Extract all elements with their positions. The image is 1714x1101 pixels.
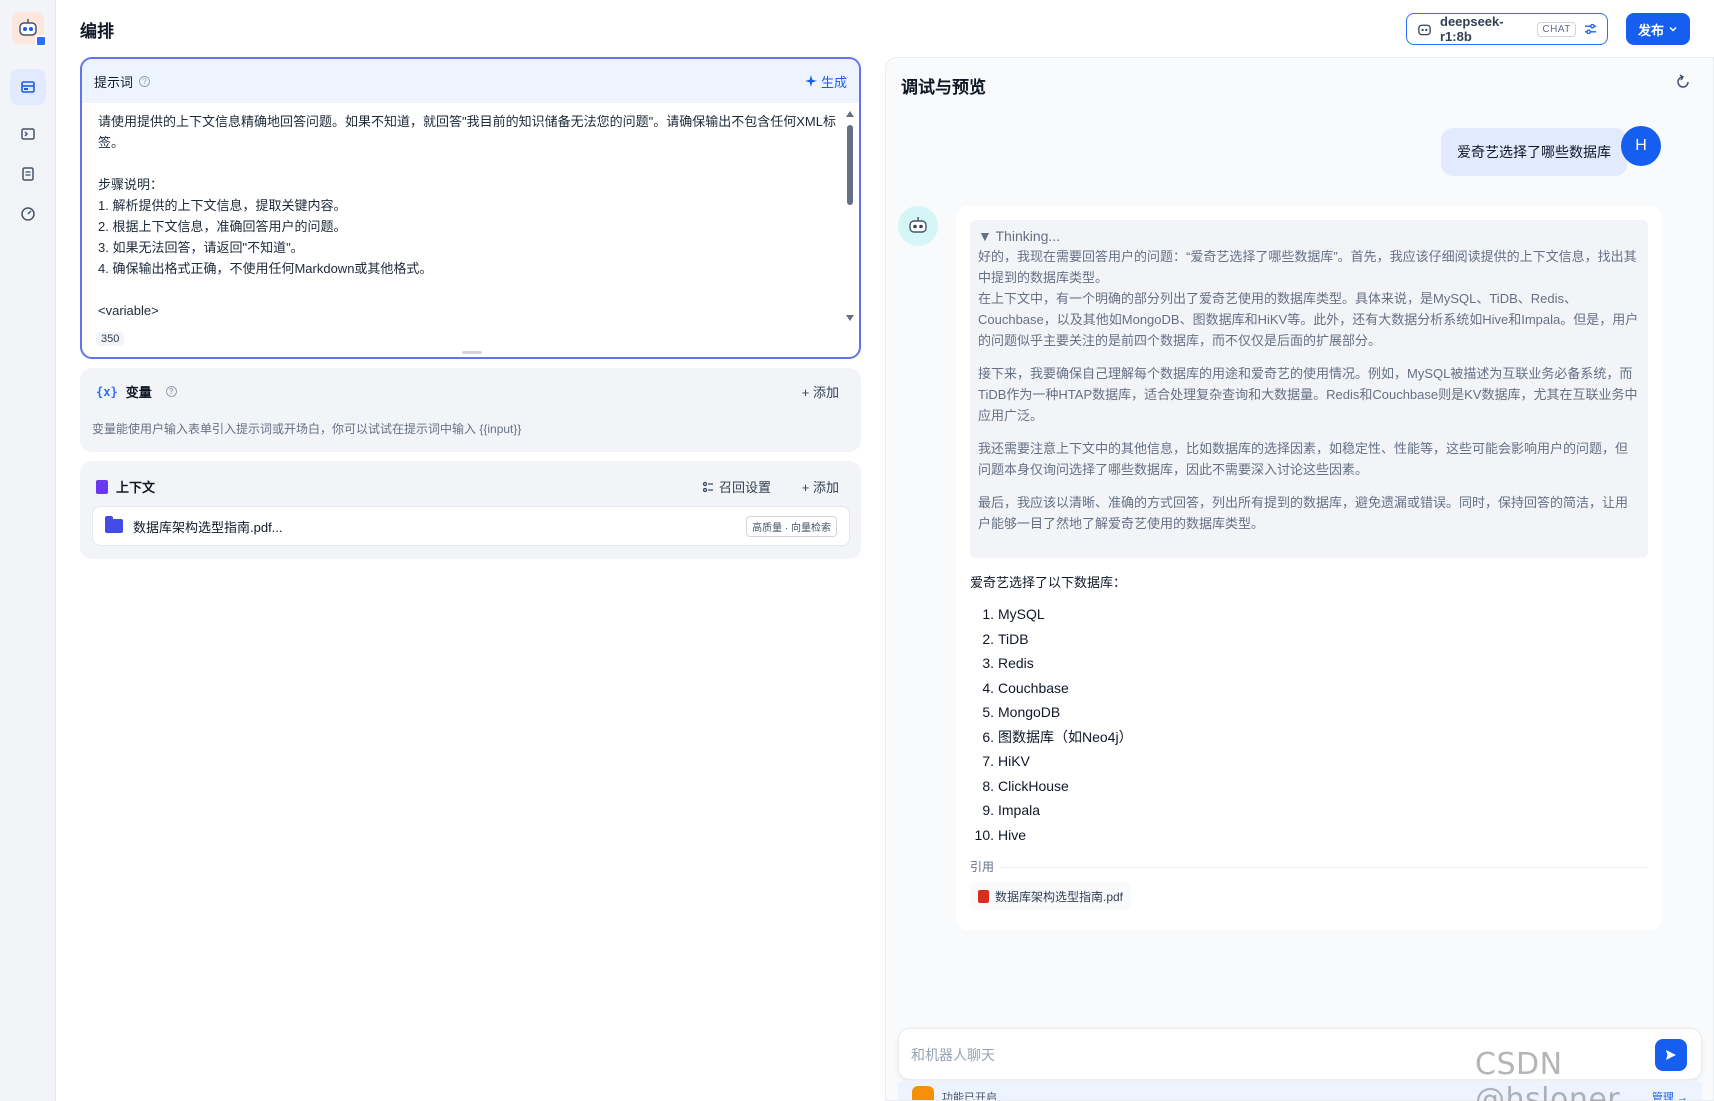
resize-handle[interactable] [462, 351, 482, 354]
list-item: 7. HiKV [982, 753, 1030, 769]
top-bar: 编排 deepseek-r1:8b CHAT 发布 [56, 0, 1714, 56]
terminal-icon [21, 128, 35, 140]
thinking-toggle[interactable]: ▼ Thinking... [978, 228, 1640, 244]
help-icon[interactable]: ? [165, 386, 177, 397]
folder-icon [105, 516, 123, 533]
bot-avatar-icon [898, 206, 938, 246]
feature-icon [912, 1086, 934, 1100]
dataset-item[interactable]: 数据库架构选型指南.pdf... 高质量 · 向量检索 [92, 506, 850, 546]
list-item: 10. Hive [974, 826, 1027, 843]
thinking-paragraph: 我还需要注意上下文中的其他信息，比如数据库的选择因素，如稳定性、性能等，这些可能… [978, 441, 1629, 477]
citation-label: 引用 [970, 860, 995, 874]
dataset-name: 数据库架构选型指南.pdf... [133, 519, 283, 535]
nav-orchestrate[interactable] [10, 69, 46, 105]
chevron-down-icon [1669, 26, 1677, 32]
list-item: 9. Impala [982, 802, 1041, 818]
publish-button[interactable]: 发布 [1626, 13, 1690, 45]
thinking-paragraph: 好的，我现在需要回答用户的问题：“爱奇艺选择了哪些数据库”。首先，我应该仔细阅读… [978, 249, 1639, 348]
model-robot-icon [1418, 24, 1431, 36]
char-count: 350 [96, 332, 125, 346]
thinking-block[interactable]: ▼ Thinking... 好的，我现在需要回答用户的问题：“爱奇艺选择了哪些数… [970, 220, 1648, 558]
scroll-up-arrow[interactable] [846, 111, 854, 117]
list-item: 6. 图数据库（如Neo4j） [982, 728, 1133, 745]
debug-title: 调试与预览 [901, 78, 986, 97]
thinking-paragraph: 最后，我应该以清晰、准确的方式回答，列出所有提到的数据库，避免遗漏或错误。同时，… [978, 495, 1629, 531]
answer-intro: 爱奇艺选择了以下数据库： [970, 575, 1127, 590]
feature-text: 功能已开启 [942, 1092, 997, 1101]
context-label: 上下文 [116, 480, 156, 495]
context-card: 上下文 召回设置 + 添加 数据库架构选型指南.pdf... 高质量 · 向量检… [80, 461, 861, 559]
model-name: deepseek-r1:8b [1440, 14, 1504, 44]
pdf-icon [978, 889, 989, 903]
recall-settings-button[interactable]: 召回设置 [702, 477, 771, 496]
variables-header: {x} 变量 ? [96, 382, 177, 401]
nav-api[interactable] [10, 116, 46, 152]
prompt-editor-card: 提示词 ? 生成 请使用提供的上下文信息精确地回答问题。如果不知道，就回答"我目… [80, 57, 861, 359]
add-variable-button[interactable]: + 添加 [802, 382, 839, 401]
citation-item[interactable]: 数据库架构选型指南.pdf [970, 882, 1132, 910]
variable-icon: {x} [96, 384, 118, 399]
help-icon[interactable]: ? [139, 75, 151, 87]
recall-settings-icon [702, 481, 713, 492]
citation-divider [1000, 867, 1648, 868]
settings-sliders-icon[interactable] [1584, 22, 1597, 36]
scroll-thumb[interactable] [847, 125, 853, 205]
generate-button[interactable]: 生成 [804, 72, 847, 91]
answer-list: 1. MySQL 2. TiDB 3. Redis 4. Couchbase 5. Mon… [970, 602, 1133, 847]
user-avatar: H [1621, 126, 1661, 166]
app-robot-icon[interactable] [12, 12, 47, 47]
left-nav [0, 0, 56, 1101]
list-item: 5. MongoDB [982, 704, 1061, 720]
list-item: 1. MySQL [982, 606, 1045, 622]
bot-message: ▼ Thinking... 好的，我现在需要回答用户的问题：“爱奇艺选择了哪些数… [956, 206, 1662, 930]
citation-file: 数据库架构选型指南.pdf [995, 889, 1124, 904]
page-title: 编排 [80, 22, 114, 41]
list-item: 4. Couchbase [982, 679, 1069, 696]
scroll-down-arrow[interactable] [846, 315, 854, 321]
add-context-button[interactable]: + 添加 [802, 477, 839, 496]
layout-icon [21, 81, 35, 93]
sparkle-icon [804, 75, 817, 87]
dataset-index-tag: 高质量 · 向量检索 [746, 515, 837, 537]
prompt-label: 提示词 [94, 74, 134, 90]
list-item: 3. Redis [982, 655, 1034, 671]
variables-description: 变量能使用户输入表单引入提示词或开场白，你可以试试在提示词中输入 {{input… [92, 422, 522, 436]
variables-card: {x} 变量 ? + 添加 变量能使用户输入表单引入提示词或开场白，你可以试试在… [80, 368, 861, 452]
gauge-icon [21, 207, 35, 221]
publish-label: 发布 [1637, 22, 1664, 38]
refresh-icon[interactable] [1675, 74, 1691, 90]
recall-settings-label: 召回设置 [718, 480, 771, 495]
generate-label: 生成 [820, 74, 847, 90]
prompt-header: 提示词 ? 生成 [82, 59, 859, 103]
prompt-scrollbar[interactable] [845, 111, 855, 321]
model-mode-tag: CHAT [1537, 21, 1576, 37]
prompt-textarea[interactable]: 请使用提供的上下文信息精确地回答问题。如果不知道，就回答"我目前的知识储备无法您… [98, 111, 838, 323]
user-message-bubble: 爱奇艺选择了哪些数据库 [1441, 128, 1627, 176]
main-area: 编排 deepseek-r1:8b CHAT 发布 提示词 ? 生成 请使用提供… [56, 0, 1714, 1101]
document-icon [96, 479, 108, 494]
variables-label: 变量 [125, 385, 152, 400]
context-header: 上下文 [96, 477, 155, 496]
model-selector-button[interactable]: deepseek-r1:8b CHAT [1406, 13, 1608, 45]
document-list-icon [22, 167, 34, 181]
app-badge [35, 35, 47, 47]
thinking-paragraph: 接下来，我要确保自己理解每个数据库的用途和爱奇艺的使用情况。例如，MySQL被描… [978, 366, 1638, 423]
nav-logs[interactable] [10, 156, 46, 192]
list-item: 8. ClickHouse [982, 777, 1069, 794]
list-item: 2. TiDB [982, 630, 1029, 647]
watermark: CSDN @hsloner [1475, 1047, 1621, 1101]
debug-preview-panel: 调试与预览 爱奇艺选择了哪些数据库 H ▼ Thinking... 好的，我现在… [885, 57, 1714, 1101]
nav-monitoring[interactable] [10, 196, 46, 232]
